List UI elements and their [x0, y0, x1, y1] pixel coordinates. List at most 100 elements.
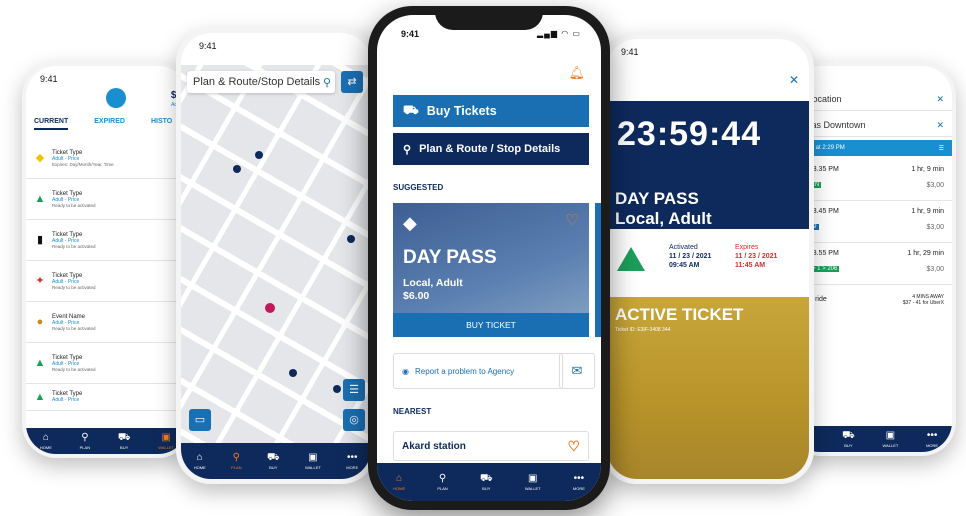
- plan-route-button[interactable]: ⚲ Plan & Route / Stop Details: [393, 133, 589, 165]
- selected-pin[interactable]: [265, 303, 275, 313]
- search-icon[interactable]: ⚲: [323, 76, 331, 89]
- stop-pin[interactable]: [255, 151, 263, 159]
- suggested-heading: SUGGESTED: [393, 183, 444, 192]
- nav-plan[interactable]: ⚲PLAN: [231, 452, 241, 470]
- bell-icon[interactable]: 🔔︎: [568, 65, 585, 81]
- home-icon: ⌂: [42, 431, 49, 443]
- nav-buy[interactable]: ⛟ BUY: [842, 430, 855, 448]
- cart-icon: ⛟: [403, 103, 419, 117]
- delta-icon: ▲: [34, 357, 46, 369]
- close-icon[interactable]: ✕: [936, 120, 944, 131]
- trip-duration: 1 hr, 29 min: [907, 250, 944, 257]
- close-icon[interactable]: ✕: [789, 73, 799, 87]
- nav-plan[interactable]: ⚲PLAN: [79, 432, 91, 450]
- heart-icon[interactable]: ♡: [567, 438, 580, 455]
- home-phone: 9:41 ▂▄▆ ◠ ▭ 🔔︎ ⛟ Buy Tickets ⚲ Plan & Rou…: [368, 6, 610, 510]
- active-ticket-screen: 9:41 ✕ 23:59:44 DAY PASS Local, Adult Act…: [607, 39, 809, 479]
- wallet-icon: ▣: [528, 472, 538, 484]
- nav-home[interactable]: ⌂ HOME: [40, 431, 52, 450]
- nav-wallet[interactable]: ▣ WALLET: [305, 451, 321, 470]
- nav-label: MORE: [572, 485, 585, 491]
- bottom-nav: ⌂ HOME ⚲ PLAN ⛟ BUY ▣ WALLET ••• MORE: [377, 463, 601, 501]
- item-extra: Expires: Day/Month/Year, Time: [52, 161, 114, 167]
- nav-label: PLAN: [79, 444, 91, 450]
- card-title: DAY PASS: [403, 247, 497, 268]
- buy-tickets-button[interactable]: ⛟ Buy Tickets: [393, 95, 589, 127]
- next-card-peek[interactable]: [595, 203, 601, 337]
- search-input[interactable]: Plan & Route/Stop Details ⚲: [187, 71, 335, 93]
- trip-duration: 1 hr, 9 min: [911, 208, 944, 215]
- tab-expired[interactable]: EXPIRED: [94, 118, 125, 130]
- trip-screen: My location ✕ Dallas Downtown ✕ Depart at …: [790, 66, 952, 452]
- route-button[interactable]: ⇄: [341, 71, 363, 93]
- map-phone: 9:41 Plan & Route/Stop Details ⚲ ⇄ ☰ ◎ ▭ …: [176, 28, 376, 484]
- day-pass-card[interactable]: ◆ ♡ DAY PASS Local, Adult $6.00 BUY TICKE…: [393, 203, 589, 337]
- pin-icon: ⚲: [403, 143, 412, 156]
- more-icon: •••: [346, 451, 358, 463]
- trip-row[interactable]: PM - 3.45 PM1 hr, 9 min UE > 9$3,00: [790, 202, 952, 243]
- trip-row[interactable]: PM - 3.55 PM 1 hr, 29 min EEN > 1 > 206 $3…: [790, 244, 952, 285]
- nav-wallet[interactable]: ▣ WALLET: [882, 429, 898, 448]
- stop-pin[interactable]: [347, 235, 355, 243]
- depart-bar[interactable]: Depart at 2:29 PM ☰: [790, 140, 952, 156]
- map-screen: 9:41 Plan & Route/Stop Details ⚲ ⇄ ☰ ◎ ▭ …: [181, 33, 371, 479]
- nav-label: WALLET: [158, 444, 175, 450]
- nav-home[interactable]: ⌂ HOME: [193, 452, 206, 470]
- wallet-icon: ▣: [885, 429, 896, 441]
- report-problem-button[interactable]: ◉ Report a problem to Agency: [393, 353, 563, 389]
- nav-buy[interactable]: ⛟ BUY: [118, 432, 131, 450]
- nav-buy[interactable]: ⛟ BUY: [267, 452, 280, 470]
- nav-wallet[interactable]: ▣ WALLET: [525, 472, 541, 491]
- wallet-icon: ▣: [308, 451, 318, 463]
- event-icon: ●: [36, 316, 44, 328]
- active-ticket-banner: ACTIVE TICKET Ticket ID: E3IF-3408 344: [607, 297, 809, 479]
- heart-icon[interactable]: ♡: [566, 211, 579, 229]
- nav-label: BUY: [120, 444, 129, 450]
- from-field[interactable]: My location ✕: [790, 88, 952, 111]
- ticket-list: ◆ Ticket Type Adult - Price Expires: Day/M…: [26, 138, 188, 411]
- tab-current[interactable]: CURRENT: [34, 118, 69, 130]
- to-field[interactable]: Dallas Downtown ✕: [790, 114, 952, 137]
- stop-pin[interactable]: [333, 385, 341, 393]
- list-item[interactable]: ▮ Ticket Type Adult - Price Ready to be ac…: [26, 220, 188, 261]
- station-item[interactable]: Akard station ♡: [393, 431, 589, 461]
- nav-home[interactable]: ⌂ HOME: [393, 473, 405, 491]
- list-item[interactable]: ● Event Name Adult - Price Ready to be act…: [26, 302, 188, 343]
- nav-more[interactable]: ••• MORE: [572, 472, 585, 491]
- chat-button[interactable]: ▭: [189, 409, 211, 431]
- bottom-nav: ⌂ HOME ⚲ PLAN ⛟ BUY ▣ WALLET: [26, 428, 188, 454]
- trip-row[interactable]: PM - 3.35 PM1 hr, 9 min GREEN$3,00: [790, 160, 952, 201]
- list-item[interactable]: ▲ Ticket Type Adult - Price Ready to be ac…: [26, 343, 188, 384]
- list-item[interactable]: ▲ Ticket Type Adult - Price: [26, 384, 188, 411]
- nav-more[interactable]: ••• MORE: [346, 451, 358, 470]
- close-icon[interactable]: ✕: [936, 94, 944, 105]
- stop-pin[interactable]: [289, 369, 297, 377]
- more-icon: •••: [573, 472, 585, 484]
- nav-more[interactable]: ••• MORE: [926, 430, 938, 448]
- pin-icon: ⚲: [438, 472, 447, 484]
- list-item[interactable]: ✦ Ticket Type Adult - Price Ready to be ac…: [26, 261, 188, 302]
- list-button[interactable]: ☰: [343, 379, 365, 401]
- tab-history[interactable]: HISTO: [151, 118, 172, 130]
- list-item[interactable]: ▲ Ticket Type Adult - Price Ready to be ac…: [26, 179, 188, 220]
- expires-block: Expires 11 / 23 / 2021 11:45 AM: [735, 243, 777, 270]
- status-time: 9:41: [199, 41, 217, 51]
- buy-ticket-button[interactable]: BUY TICKET: [393, 313, 589, 337]
- nav-wallet[interactable]: ▣ WALLET: [158, 432, 175, 450]
- nav-label: HOME: [193, 464, 206, 470]
- nav-buy[interactable]: ⛟ BUY: [480, 473, 493, 491]
- trip-price: $3,00: [926, 224, 944, 231]
- activated-label: Activated: [669, 244, 698, 251]
- mail-icon[interactable]: ✉: [559, 353, 595, 389]
- card-subtitle: Local, Adult $6.00: [403, 277, 463, 303]
- list-item[interactable]: ◆ Ticket Type Adult - Price Expires: Day/M…: [26, 138, 188, 179]
- status-time: 9:41: [40, 74, 58, 84]
- nav-plan[interactable]: ⚲PLAN: [437, 472, 447, 491]
- filter-icon[interactable]: ☰: [939, 145, 944, 152]
- pass-title: DAY PASS Local, Adult: [615, 189, 712, 229]
- locate-button[interactable]: ◎: [343, 409, 365, 431]
- ride-price: $37 - 41 for UberX: [902, 300, 944, 306]
- button-label: Plan & Route / Stop Details: [419, 143, 561, 155]
- stop-pin[interactable]: [233, 165, 241, 173]
- card-price: $6.00: [403, 290, 430, 302]
